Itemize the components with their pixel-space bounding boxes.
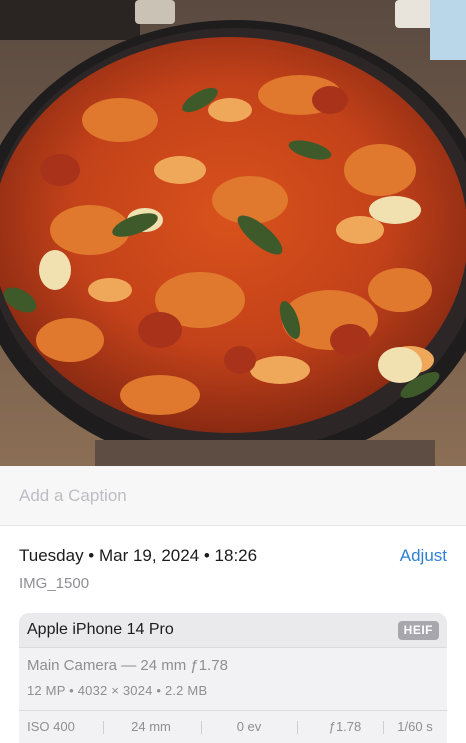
exif-divider <box>103 721 104 734</box>
photo-preview[interactable] <box>0 0 466 466</box>
image-specs: 12 MP • 4032 × 3024 • 2.2 MB <box>27 683 208 698</box>
camera-info-card: Apple iPhone 14 Pro HEIF Main Camera — 2… <box>19 613 447 743</box>
exif-divider <box>383 721 384 734</box>
camera-info-header: Apple iPhone 14 Pro HEIF <box>19 613 447 648</box>
capture-date: Tuesday • Mar 19, 2024 • 18:26 <box>19 546 258 565</box>
caption-input[interactable] <box>19 484 439 508</box>
exif-aperture: ƒ1.78 <box>328 719 362 734</box>
adjust-button[interactable]: Adjust <box>400 546 447 566</box>
exif-iso: ISO 400 <box>27 719 75 734</box>
exif-focal-length: 24 mm <box>131 719 171 734</box>
exif-shutter: 1/60 s <box>397 719 433 734</box>
exif-exposure: 0 ev <box>236 719 262 734</box>
caption-bar <box>0 466 466 526</box>
filename: IMG_1500 <box>19 575 90 592</box>
exif-divider <box>201 721 202 734</box>
lens-info: Main Camera — 24 mm ƒ1.78 <box>27 657 228 674</box>
food-photo <box>0 0 466 466</box>
device-name: Apple iPhone 14 Pro <box>27 621 174 638</box>
exif-row: ISO 400 24 mm 0 ev ƒ1.78 1/60 s <box>19 710 447 743</box>
date-row: Tuesday • Mar 19, 2024 • 18:26 Adjust <box>19 546 447 568</box>
exif-divider <box>297 721 298 734</box>
format-badge: HEIF <box>397 621 439 640</box>
